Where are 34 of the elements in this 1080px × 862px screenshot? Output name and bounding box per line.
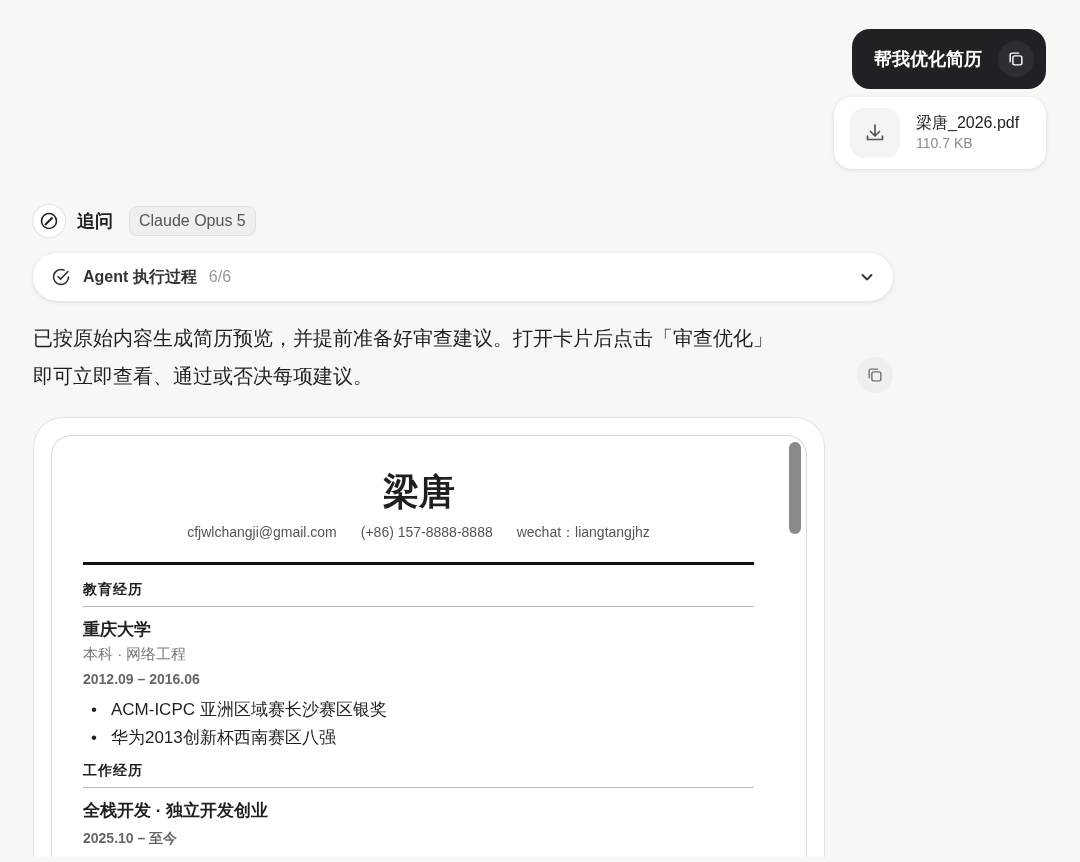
scrollbar-thumb[interactable] — [789, 442, 801, 534]
message-paragraph-line: 已按原始内容生成简历预览，并提前准备好审查建议。打开卡片后点击「审查优化」 — [33, 326, 773, 351]
copy-icon — [866, 366, 884, 384]
agent-process-toggle[interactable]: Agent 执行过程 6/6 — [33, 253, 893, 301]
check-circle-icon — [51, 267, 71, 287]
bullet-marker: • — [90, 727, 97, 749]
message-paragraph-line: 即可立即查看、通过或否决每项建议。 — [33, 364, 374, 389]
section-title: 工作经历 — [83, 761, 144, 780]
file-name: 梁唐_2026.pdf — [916, 112, 1020, 133]
resume-name: 梁唐 — [381, 470, 456, 514]
section-title: 教育经历 — [83, 580, 144, 599]
file-size: 110.7 KB — [916, 133, 974, 153]
process-label: Agent 执行过程 — [83, 267, 197, 287]
copy-button[interactable] — [998, 41, 1034, 77]
assistant-label: 追问 — [77, 209, 113, 233]
resume-preview-card[interactable]: 梁唐 cfjwlchangji@gmail.com (+86) 157-8888-8888 wechat：liangtangjhz 教育经历 重庆大学 本科 · 网络工程 2012.09 – 2016.06 • ACM-ICPC 亚洲区域赛长沙赛区银奖 • 华为2013创新杯西南赛区八强 工作经历 全栈开发 · 独立开发创业 2025.10 – 至今 — [33, 417, 825, 857]
entry-title: 全栈开发 · 独立开发创业 — [83, 800, 270, 822]
contact-info: wechat：liangtangjhz — [516, 523, 650, 542]
download-icon — [850, 108, 900, 158]
model-tag: Claude Opus 5 — [129, 206, 256, 236]
contact-info: cfjwlchangji@gmail.com — [187, 523, 337, 542]
bullet-marker: • — [90, 699, 97, 721]
entry-title: 重庆大学 — [83, 619, 152, 641]
copy-icon — [1007, 50, 1025, 68]
bullet-item: ACM-ICPC 亚洲区域赛长沙赛区银奖 — [110, 699, 387, 721]
entry-subtitle: 本科 · 网络工程 — [83, 643, 188, 664]
assistant-avatar-icon — [33, 205, 65, 237]
process-progress: 6/6 — [208, 267, 232, 287]
message-text: 帮我优化简历 — [874, 47, 982, 71]
entry-dates: 2012.09 – 2016.06 — [83, 670, 201, 689]
contact-info: (+86) 157-8888-8888 — [360, 523, 493, 542]
bullet-item: 华为2013创新杯西南赛区八强 — [110, 727, 336, 749]
attachment-card[interactable]: 梁唐_2026.pdf 110.7 KB — [834, 97, 1046, 169]
entry-dates: 2025.10 – 至今 — [83, 828, 179, 848]
